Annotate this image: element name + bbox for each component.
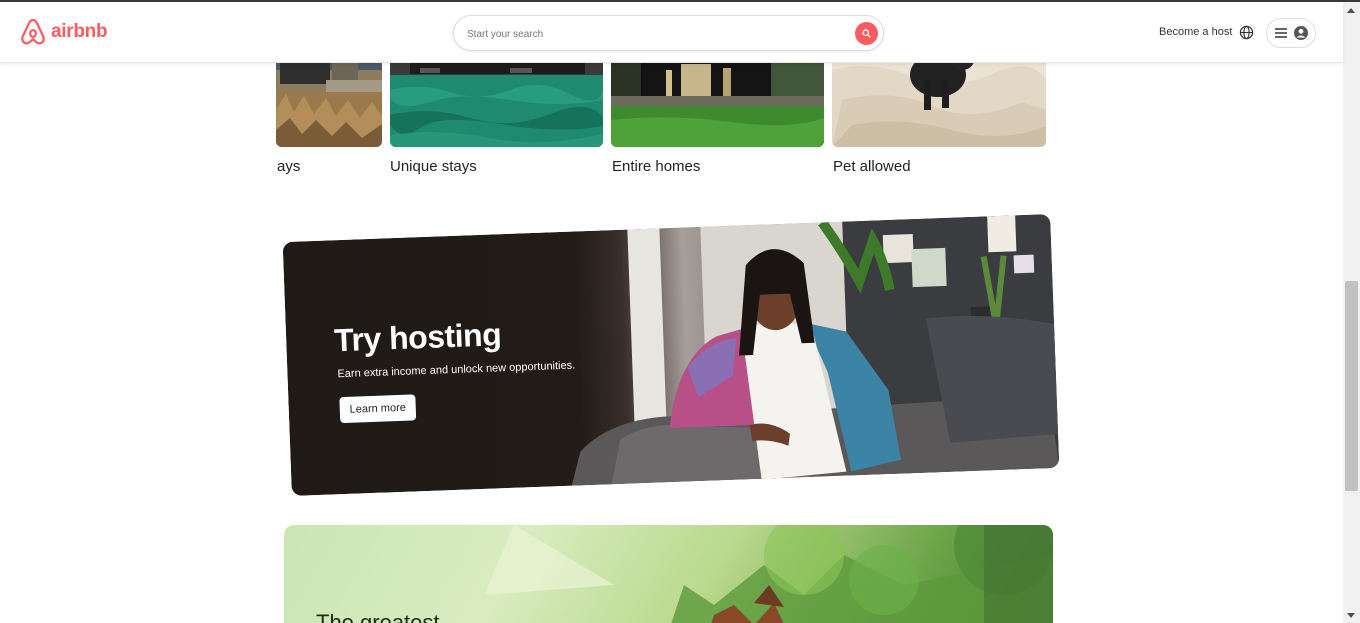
try-hosting-banner: Try hosting Earn extra income and unlock…: [282, 214, 1060, 496]
category-label-pet-allowed[interactable]: Pet allowed: [833, 158, 911, 175]
airbnb-logo-icon: [21, 18, 45, 45]
user-menu-button[interactable]: [1266, 18, 1316, 48]
learn-more-button[interactable]: Learn more: [339, 394, 417, 424]
logo-text: airbnb: [51, 21, 108, 42]
category-label-stays[interactable]: ays: [277, 158, 300, 175]
category-label-entire-homes[interactable]: Entire homes: [612, 158, 700, 175]
vertical-scrollbar[interactable]: [1343, 2, 1360, 623]
become-a-host-link[interactable]: Become a host: [1159, 26, 1232, 38]
globe-icon[interactable]: [1239, 25, 1254, 40]
hamburger-menu-icon: [1274, 28, 1287, 38]
scroll-up-arrow-icon[interactable]: [1347, 8, 1355, 13]
category-label-unique-stays[interactable]: Unique stays: [390, 158, 477, 175]
top-navigation-bar: airbnb Become a host: [0, 2, 1343, 63]
search-input[interactable]: [467, 25, 837, 43]
search-bar[interactable]: [453, 15, 884, 51]
hosting-title: Try hosting: [333, 316, 502, 359]
airbnb-logo[interactable]: airbnb: [20, 18, 108, 46]
forest-illustration: [484, 525, 1053, 623]
greatest-outdoors-banner: The greatest: [284, 525, 1053, 623]
search-icon: [862, 29, 871, 38]
scroll-down-arrow-icon[interactable]: [1347, 613, 1355, 618]
greatest-outdoors-title: The greatest: [316, 610, 440, 623]
search-button[interactable]: [855, 22, 878, 45]
scrollbar-thumb[interactable]: [1345, 281, 1358, 491]
user-avatar-icon: [1293, 26, 1308, 40]
